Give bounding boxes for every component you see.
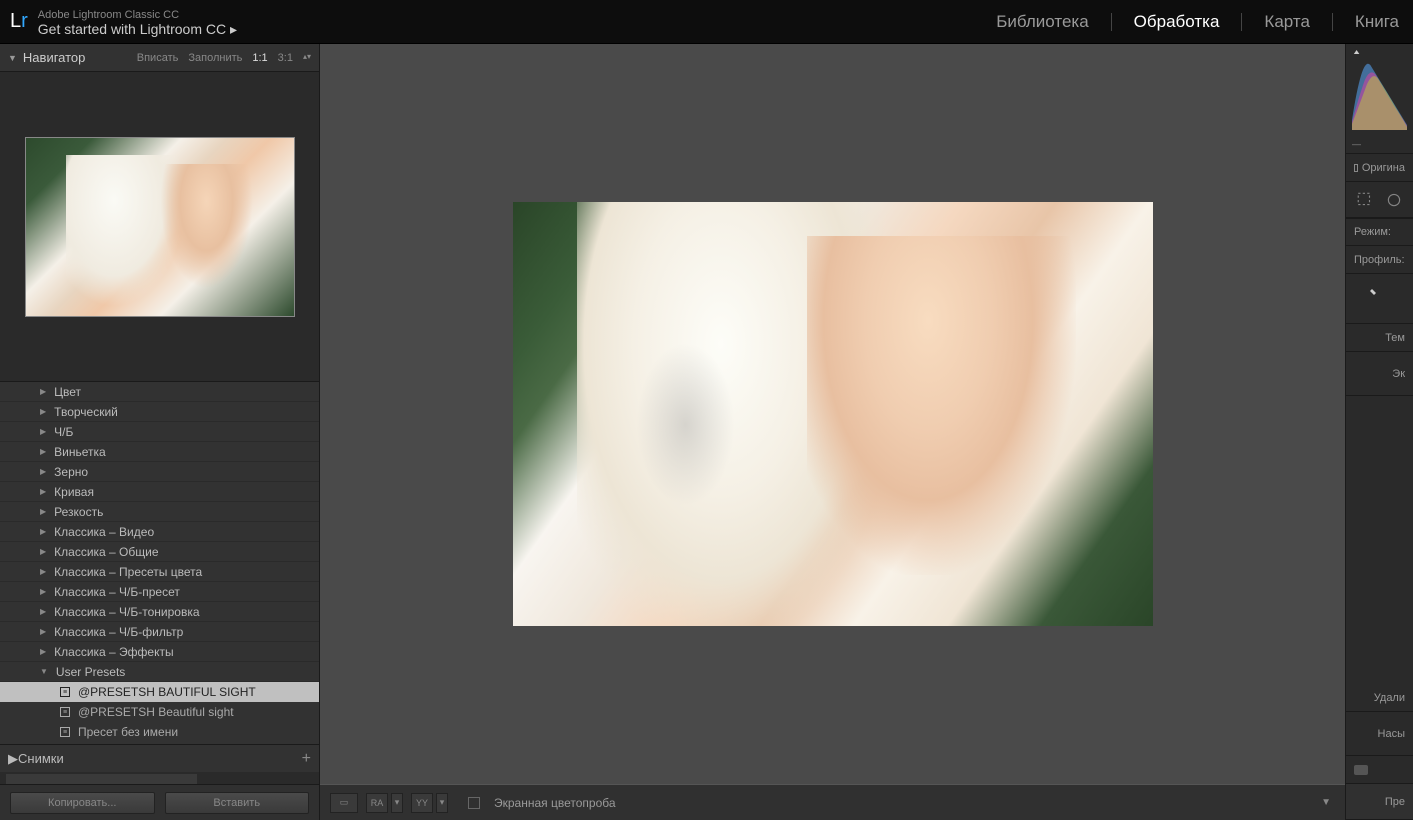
expand-triangle-icon: ▶ (40, 627, 46, 636)
expand-triangle-icon: ▶ (40, 587, 46, 596)
app-logo: Lr (10, 10, 28, 33)
navigator-preview[interactable] (0, 72, 319, 382)
tool-strip (1346, 182, 1413, 218)
expand-triangle-icon: ▶ (40, 567, 46, 576)
zoom-controls: Вписать Заполнить 1:1 3:1 ▴▾ (137, 52, 311, 64)
toolbar-menu-icon[interactable]: ▼ (1317, 793, 1335, 812)
preset-group[interactable]: ▶Зерно (0, 462, 319, 482)
expand-triangle-icon: ▶ (40, 447, 46, 456)
zoom-1to1[interactable]: 1:1 (252, 52, 267, 64)
collapse-triangle-icon: ▼ (8, 53, 17, 63)
preset-group[interactable]: ▶Цвет (0, 382, 319, 402)
crop-tool-icon[interactable] (1356, 191, 1374, 209)
switch-row[interactable] (1346, 756, 1413, 784)
expand-triangle-icon: ▶ (40, 527, 46, 536)
preset-group[interactable]: ▶Классика – Видео (0, 522, 319, 542)
loupe-view-button[interactable]: ▭ (330, 793, 358, 813)
preset-group[interactable]: ▶Виньетка (0, 442, 319, 462)
module-picker: Библиотека Обработка Карта Книга (992, 10, 1403, 34)
preset-group[interactable]: ▶Классика – Ч/Б-тонировка (0, 602, 319, 622)
delete-row[interactable]: Удали (1346, 684, 1413, 712)
toggle-icon (1354, 765, 1368, 775)
right-panel: — Оригина Режим: Профиль: Тем Эк Удали Н… (1345, 44, 1413, 820)
module-library[interactable]: Библиотека (992, 10, 1092, 34)
preset-group[interactable]: ▶Классика – Эффекты (0, 642, 319, 662)
module-map[interactable]: Карта (1260, 10, 1314, 34)
before-after-ra-button[interactable]: RA (366, 793, 388, 813)
app-title: Adobe Lightroom Classic CC Get started w… (38, 8, 237, 36)
soft-proof-checkbox[interactable] (468, 797, 480, 809)
preset-group-user[interactable]: ▼User Presets (0, 662, 319, 682)
thumbnail-image (25, 137, 295, 317)
preset-icon: ≡ (60, 727, 70, 737)
expand-triangle-icon: ▶ (40, 507, 46, 516)
preset-group[interactable]: ▶Резкость (0, 502, 319, 522)
expand-triangle-icon: ▶ (40, 647, 46, 656)
expand-triangle-icon: ▶ (40, 467, 46, 476)
before-after-caret-icon[interactable]: ▾ (391, 793, 403, 813)
before-after-caret-icon[interactable]: ▾ (436, 793, 448, 813)
profile-row[interactable]: Профиль: (1346, 246, 1413, 274)
white-balance-row[interactable] (1346, 274, 1413, 324)
expand-triangle-icon: ▶ (40, 487, 46, 496)
temp-row[interactable]: Тем (1346, 324, 1413, 352)
expand-triangle-icon: ▶ (40, 547, 46, 556)
sat-row[interactable]: Насы (1346, 712, 1413, 756)
paste-button[interactable]: Вставить (165, 792, 310, 814)
before-after-yy-button[interactable]: YY (411, 793, 433, 813)
snapshots-header[interactable]: ▶ Снимки + (0, 744, 319, 772)
expand-triangle-icon: ▶ (40, 387, 46, 396)
original-row[interactable]: Оригина (1346, 154, 1413, 182)
preset-icon: ≡ (60, 687, 70, 697)
spot-tool-icon[interactable] (1385, 191, 1403, 209)
expand-triangle-icon: ▶ (8, 751, 18, 767)
expand-triangle-icon: ▶ (40, 407, 46, 416)
center-toolbar: ▭ RA ▾ YY ▾ Экранная цветопроба ▼ (320, 784, 1345, 820)
preset-group[interactable]: ▶Кривая (0, 482, 319, 502)
module-book[interactable]: Книга (1351, 10, 1403, 34)
preset-group[interactable]: ▶Классика – Ч/Б-фильтр (0, 622, 319, 642)
mode-row[interactable]: Режим: (1346, 218, 1413, 246)
copy-button[interactable]: Копировать... (10, 792, 155, 814)
preset-group[interactable]: ▶Классика – Ч/Б-пресет (0, 582, 319, 602)
module-develop[interactable]: Обработка (1130, 10, 1224, 34)
left-panel: ▼ Навигатор Вписать Заполнить 1:1 3:1 ▴▾… (0, 44, 320, 820)
collapse-triangle-icon: ▼ (40, 667, 48, 676)
zoom-stepper-icon[interactable]: ▴▾ (303, 52, 311, 64)
preset-group[interactable]: ▶Ч/Б (0, 422, 319, 442)
exp-row[interactable]: Эк (1346, 352, 1413, 396)
image-canvas[interactable] (320, 44, 1345, 784)
histogram[interactable]: — (1346, 44, 1413, 154)
zoom-fit[interactable]: Вписать (137, 52, 179, 64)
left-toolbar: Копировать... Вставить (0, 784, 319, 820)
expand-triangle-icon: ▶ (40, 607, 46, 616)
main-image (513, 202, 1153, 626)
expand-triangle-icon: ▶ (40, 427, 46, 436)
add-snapshot-icon[interactable]: + (302, 750, 311, 768)
checkbox-icon (1354, 164, 1358, 172)
zoom-fill[interactable]: Заполнить (188, 52, 242, 64)
preset-icon: ≡ (60, 707, 70, 717)
navigator-title: Навигатор (23, 50, 85, 65)
zoom-3to1[interactable]: 3:1 (278, 52, 293, 64)
preset-item[interactable]: ≡@PRESETSH BAUTIFUL SIGHT (0, 682, 319, 702)
preset-item[interactable]: ≡@PRESETSH Beautiful sight (0, 702, 319, 722)
preset-group[interactable]: ▶Классика – Пресеты цвета (0, 562, 319, 582)
preset-item[interactable]: ≡Пресет без имени (0, 722, 319, 742)
center-panel: ▭ RA ▾ YY ▾ Экранная цветопроба ▼ (320, 44, 1345, 820)
navigator-header[interactable]: ▼ Навигатор Вписать Заполнить 1:1 3:1 ▴▾ (0, 44, 319, 72)
pre-row[interactable]: Пре (1346, 784, 1413, 820)
preset-group[interactable]: ▶Классика – Общие (0, 542, 319, 562)
soft-proof-label: Экранная цветопроба (494, 796, 616, 810)
eyedropper-icon (1354, 287, 1378, 311)
preset-group[interactable]: ▶Творческий (0, 402, 319, 422)
presets-panel: ▶Цвет▶Творческий▶Ч/Б▶Виньетка▶Зерно▶Крив… (0, 382, 319, 744)
title-bar: Lr Adobe Lightroom Classic CC Get starte… (0, 0, 1413, 44)
